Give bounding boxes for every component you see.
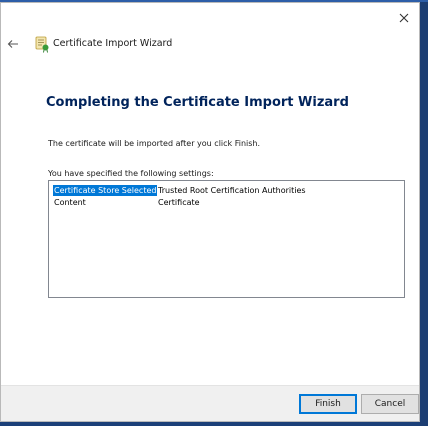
info-text: The certificate will be imported after y… [48, 139, 261, 148]
close-icon [399, 8, 409, 27]
window-title: Certificate Import Wizard [53, 38, 173, 49]
settings-label: You have specified the following setting… [48, 169, 214, 178]
back-button[interactable] [6, 36, 20, 50]
settings-key: Certificate Store Selected [53, 185, 158, 196]
certificate-icon [33, 35, 51, 53]
finish-button[interactable]: Finish [299, 394, 357, 414]
page-heading: Completing the Certificate Import Wizard [46, 95, 349, 110]
settings-key: Content [54, 198, 86, 207]
desktop-edge [420, 2, 428, 426]
cancel-button[interactable]: Cancel [361, 394, 419, 414]
close-button[interactable] [389, 3, 419, 31]
back-arrow-icon [7, 34, 19, 53]
settings-list[interactable]: Certificate Store Selected Trusted Root … [48, 180, 405, 298]
button-bar: Finish Cancel [1, 385, 419, 421]
wizard-window: Certificate Import Wizard Completing the… [0, 2, 420, 422]
settings-value: Trusted Root Certification Authorities [158, 186, 306, 195]
settings-value: Certificate [158, 198, 200, 207]
